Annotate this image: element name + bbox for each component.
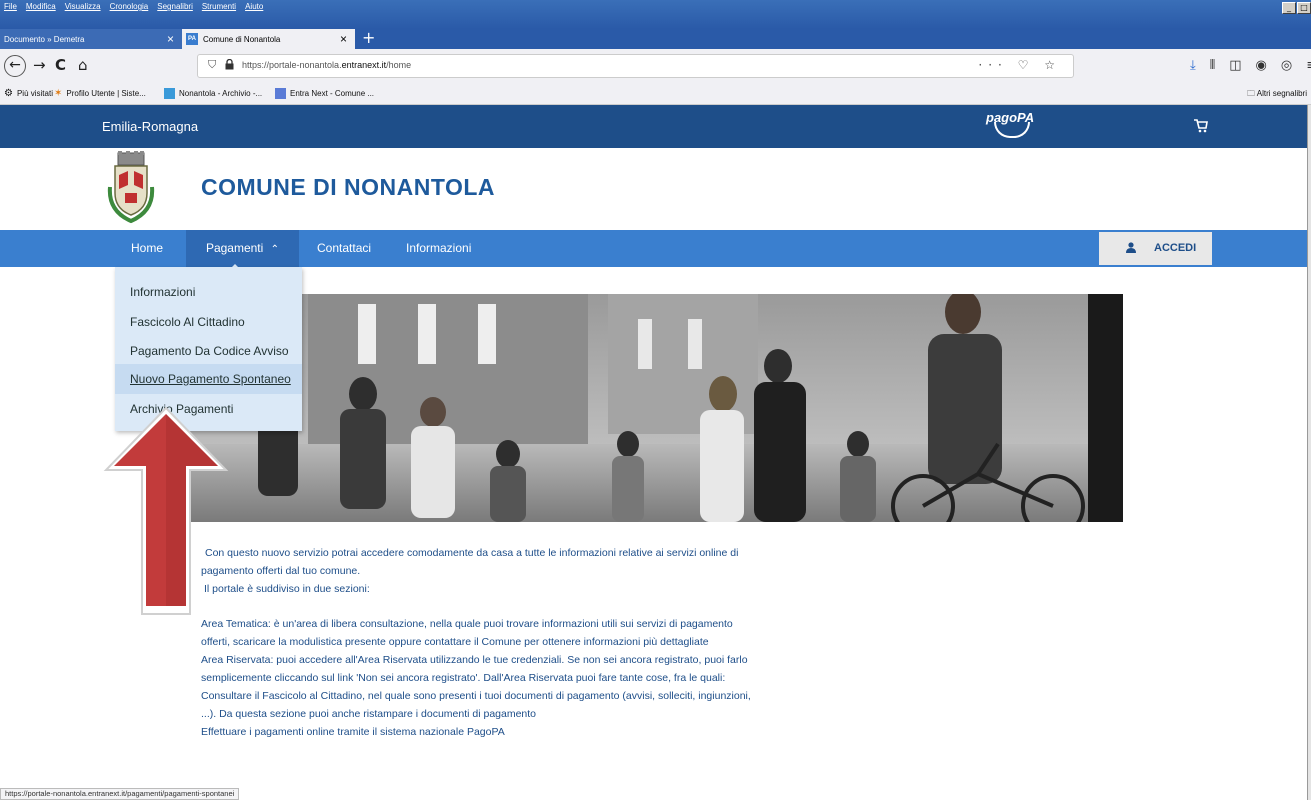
- sidebar-icon[interactable]: ◫: [1229, 58, 1241, 73]
- tab-title: Comune di Nonantola: [203, 34, 281, 44]
- download-icon[interactable]: ⤓: [1190, 58, 1196, 73]
- new-tab-icon[interactable]: +: [362, 30, 375, 46]
- back-icon[interactable]: ←: [4, 55, 26, 77]
- nav-pagamenti[interactable]: Pagamenti ⌃: [186, 230, 299, 267]
- bookmark-nonantola[interactable]: Nonantola - Archivio -...: [164, 88, 262, 99]
- dropdown-item-fascicolo[interactable]: Fascicolo Al Cittadino: [115, 307, 302, 337]
- other-bookmarks-label: Altri segnalibri: [1256, 89, 1307, 98]
- nav-pagamenti-label: Pagamenti: [205, 241, 264, 255]
- intro-paragraph-5: Consultare il Fascicolo al Cittadino, ne…: [201, 690, 751, 720]
- menu-file[interactable]: File: [4, 2, 17, 11]
- main-navigation: Home Pagamenti ⌃ Contattaci Informazioni…: [0, 230, 1307, 270]
- tab-comune[interactable]: PA Comune di Nonantola ×: [182, 29, 355, 49]
- url-text: https://portale-nonantola.entranext.it/h…: [242, 60, 411, 70]
- region-link[interactable]: Emilia-Romagna: [102, 119, 198, 134]
- folder-icon: 🗀: [1246, 89, 1255, 98]
- toolbar-icons: ⤓ ⫴ ◫ ◉ ◎ ≡: [1190, 58, 1311, 73]
- page-scrollbar[interactable]: [1307, 105, 1311, 800]
- nav-home[interactable]: Home: [131, 230, 163, 267]
- nav-contattaci[interactable]: Contattaci: [317, 230, 371, 267]
- crest-logo[interactable]: [104, 151, 158, 225]
- menu-modifica[interactable]: Modifica: [26, 2, 56, 11]
- menu-strumenti[interactable]: Strumenti: [202, 2, 236, 11]
- url-path: /home: [386, 60, 412, 70]
- minimize-button[interactable]: _: [1282, 2, 1296, 14]
- intro-paragraph-4: Area Riservata: puoi accedere all'Area R…: [201, 654, 748, 684]
- browser-window: File Modifica Visualizza Cronologia Segn…: [0, 0, 1311, 800]
- navigation-bar: ← → C ⌂ ⛉ https://portale-nonantola.entr…: [0, 49, 1311, 83]
- intro-paragraph-3: Area Tematica: è un'area di libera consu…: [201, 618, 733, 648]
- menu-bar: File Modifica Visualizza Cronologia Segn…: [0, 0, 1311, 29]
- url-bar[interactable]: ⛉ https://portale-nonantola.entranext.it…: [197, 54, 1074, 78]
- bookmarks-bar: ⚙ Più visitati ✶ Profilo Utente | Siste.…: [0, 83, 1311, 105]
- close-tab-icon[interactable]: ×: [167, 32, 174, 46]
- menu-visualizza[interactable]: Visualizza: [65, 2, 101, 11]
- url-prefix: https://portale-nonantola.: [242, 60, 342, 70]
- user-icon: [1126, 242, 1136, 253]
- accedi-label: ACCEDI: [1154, 242, 1197, 254]
- pagopa-logo-arc: [994, 122, 1030, 138]
- dropdown-item-informazioni[interactable]: Informazioni: [115, 277, 302, 307]
- menu-icon[interactable]: ≡: [1306, 58, 1311, 73]
- tab-demetra[interactable]: Documento » Demetra ×: [0, 29, 182, 49]
- maximize-button[interactable]: □: [1297, 2, 1311, 14]
- star-icon: ✶: [54, 88, 63, 99]
- dropdown-item-codice-avviso[interactable]: Pagamento Da Codice Avviso: [115, 336, 302, 366]
- url-domain: entranext.it: [341, 60, 387, 70]
- bookmark-entranext[interactable]: Entra Next - Comune ...: [275, 88, 374, 99]
- site-header: COMUNE DI NONANTOLA: [0, 148, 1307, 230]
- shield-icon[interactable]: ⛉: [208, 58, 216, 72]
- bookmark-profilo[interactable]: ✶ Profilo Utente | Siste...: [54, 88, 146, 99]
- home-icon[interactable]: ⌂: [78, 56, 88, 74]
- annotation-arrow: [103, 406, 229, 615]
- nav-informazioni[interactable]: Informazioni: [406, 230, 471, 267]
- site-topbar: Emilia-Romagna pagoPA: [0, 105, 1307, 148]
- menu-segnalibri[interactable]: Segnalibri: [157, 2, 193, 11]
- tab-bar: Documento » Demetra × PA Comune di Nonan…: [0, 29, 1311, 49]
- archive-icon: [164, 88, 175, 99]
- reload-icon[interactable]: C: [55, 56, 66, 74]
- bookmark-label: Entra Next - Comune ...: [290, 89, 375, 98]
- lock-icon[interactable]: [225, 59, 234, 70]
- intro-text: Con questo nuovo servizio potrai acceder…: [201, 544, 761, 741]
- chevron-up-icon: ⌃: [270, 244, 280, 255]
- accedi-button[interactable]: ACCEDI: [1099, 232, 1212, 265]
- bookmark-label: Nonantola - Archivio -...: [179, 89, 263, 98]
- bookmark-most-visited[interactable]: ⚙ Più visitati: [4, 88, 53, 99]
- hero-photo: [188, 294, 1123, 522]
- menu-list: File Modifica Visualizza Cronologia Segn…: [4, 2, 263, 11]
- entranext-icon: [275, 88, 286, 99]
- url-actions[interactable]: ··· ♡ ☆: [978, 58, 1061, 72]
- extension-icon[interactable]: ◎: [1281, 58, 1292, 73]
- account-icon[interactable]: ◉: [1256, 58, 1267, 73]
- pa-favicon-icon: PA: [186, 33, 198, 45]
- bookmark-label: Più visitati: [16, 89, 53, 98]
- library-icon[interactable]: ⫴: [1210, 58, 1215, 73]
- comune-title: COMUNE DI NONANTOLA: [201, 174, 496, 200]
- menu-cronologia[interactable]: Cronologia: [110, 2, 149, 11]
- menu-aiuto[interactable]: Aiuto: [245, 2, 263, 11]
- other-bookmarks[interactable]: 🗀 Altri segnalibri: [1247, 88, 1307, 102]
- dropdown-item-nuovo-pagamento[interactable]: Nuovo Pagamento Spontaneo: [115, 364, 302, 394]
- intro-paragraph-1: Con questo nuovo servizio potrai acceder…: [201, 547, 739, 577]
- intro-paragraph-2: Il portale è suddiviso in due sezioni:: [204, 583, 370, 595]
- forward-icon[interactable]: →: [33, 56, 46, 74]
- gear-icon: ⚙: [4, 88, 13, 99]
- status-url: https://portale-nonantola.entranext.it/p…: [0, 788, 240, 800]
- bookmark-label: Profilo Utente | Siste...: [66, 89, 146, 98]
- window-controls: _ □: [1282, 2, 1311, 14]
- close-tab-icon[interactable]: ×: [340, 32, 347, 46]
- cart-icon[interactable]: [1194, 119, 1208, 133]
- tab-title: Documento » Demetra: [4, 34, 85, 44]
- intro-paragraph-6: Effettuare i pagamenti online tramite il…: [201, 726, 505, 738]
